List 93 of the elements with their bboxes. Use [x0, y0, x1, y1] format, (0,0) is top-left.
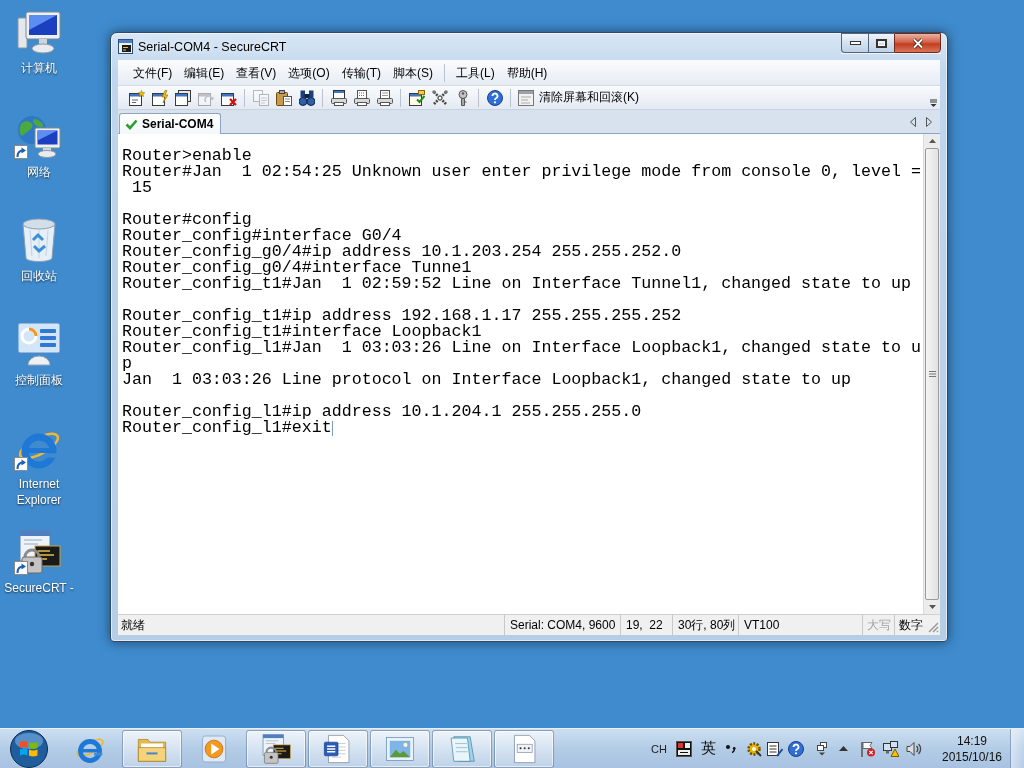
terminal-line: Router#Jan 1 02:54:25 Unknown user enter privilege mode from console 0, level =: [122, 164, 921, 180]
terminal-size: 30行, 80列: [672, 615, 738, 635]
document-icon: [323, 733, 353, 764]
play-icon: [199, 733, 229, 764]
volume-icon: [906, 740, 922, 757]
menu-item[interactable]: 文件(F): [127, 62, 179, 83]
terminal-line: Router_config_l1#exit: [122, 420, 332, 436]
terminal-line: Router>enable: [122, 148, 252, 164]
terminal-line: 15: [131, 180, 152, 196]
taskbar-button[interactable]: [246, 729, 306, 768]
minimize-icon: [849, 41, 861, 45]
toolbar-button[interactable]: 清除屏幕和回滚(K): [515, 86, 643, 109]
scroll-left-icon: [910, 116, 916, 127]
menu-item[interactable]: 帮助(H): [500, 62, 554, 83]
terminal-window-icon: [118, 39, 133, 54]
close-icon: [911, 37, 924, 49]
terminal-line: Router_config_t1#ip address 192.168.1.17 255.255.255.252: [122, 308, 682, 324]
minimize-button[interactable]: [841, 33, 868, 53]
terminal-line: Router_config_l1#Jan 1 03:03:26 Line on Interface Loopback1, changed state to u: [122, 340, 921, 356]
terminal-line: Router_config_g0/4#interface Tunne1: [122, 260, 472, 276]
scrollbar-thumb[interactable]: [925, 148, 939, 600]
status-text: 就绪: [121, 616, 145, 634]
list-pen-icon: [767, 740, 783, 757]
menu-item[interactable]: 查看(V): [230, 62, 283, 83]
maximize-button[interactable]: [868, 33, 894, 53]
terminal-line: Router#config: [122, 212, 252, 228]
vertical-scrollbar[interactable]: [923, 134, 940, 614]
terminal-line: Router_config_l1#ip address 10.1.204.1 255.255.255.0: [122, 404, 642, 420]
window-check-icon: [408, 89, 425, 106]
menu-item[interactable]: 传输(T): [335, 62, 387, 83]
crossed-tools-icon: [431, 89, 448, 106]
taskbar-button[interactable]: [308, 729, 368, 768]
help-icon: [788, 740, 804, 757]
terminal-lock-icon: [17, 530, 61, 574]
printer-page-icon: [353, 89, 370, 106]
terminal-line: Router_config_t1#interface Loopback1: [122, 324, 482, 340]
help-icon: [486, 89, 503, 106]
maximize-icon: [876, 38, 887, 48]
clipboard-icon: [275, 89, 292, 106]
scroll-right-icon: [926, 116, 932, 127]
resize-grip-icon: [928, 622, 939, 633]
chevron-icon: [930, 99, 937, 107]
terminal-line: Jan 1 03:03:26 Line protocol on Interface Loopback1, changed state to up: [122, 372, 851, 388]
icon-label[interactable]: 网络: [27, 164, 51, 180]
window-bolt-icon: [151, 89, 168, 106]
icon-label[interactable]: 控制面板: [15, 372, 63, 388]
terminal-line: Router_config_t1#Jan 1 02:59:52 Line on Interface Tunnel1, changed state to up: [122, 276, 911, 292]
ime-icon: [676, 740, 692, 757]
binoculars-icon: [298, 89, 315, 106]
caps-lock-indicator: 大写: [862, 615, 894, 635]
scroll-up-icon: [928, 139, 936, 143]
window-title: Serial-COM4 - SecureCRT: [138, 39, 287, 55]
terminal-line: Router_config_g0/4#ip address 10.1.203.254 255.255.252.0: [122, 244, 682, 260]
clock-date[interactable]: 2015/10/16: [941, 748, 1003, 765]
printer-icon: [376, 89, 393, 106]
input-mode[interactable]: 英: [701, 739, 716, 758]
printer-window-icon: [330, 89, 347, 106]
scroll-down-icon: [928, 605, 936, 609]
tab[interactable]: Serial-COM4: [119, 113, 222, 134]
globe-monitor-icon: [17, 114, 61, 158]
clock-time[interactable]: 14:19: [957, 732, 987, 749]
cursor-position: 19, 22: [620, 615, 672, 635]
notepad-icon: [447, 733, 477, 764]
window-icon: [518, 89, 534, 106]
computer-icon: [17, 10, 61, 54]
gear-icon: [746, 740, 762, 757]
close-button[interactable]: [894, 33, 941, 53]
menu-item[interactable]: 工具(L): [450, 62, 501, 83]
icon-label[interactable]: 回收站: [21, 268, 57, 284]
terminal-lock-icon: [261, 733, 291, 764]
num-lock-indicator: 数字: [894, 615, 926, 635]
flag-icon: [860, 740, 876, 757]
start-orb-icon: [10, 729, 48, 768]
icon-label[interactable]: 计算机: [21, 60, 57, 76]
up-arrow-icon: [839, 746, 848, 751]
window-stack-icon: [174, 89, 191, 106]
punctuation-icon: [726, 744, 736, 753]
windows-arrow-icon: [817, 741, 827, 756]
icon-label[interactable]: Internet Explorer: [1, 476, 77, 508]
connection-info: Serial: COM4, 9600: [504, 615, 620, 635]
copy-icon: [252, 89, 269, 106]
language-indicator[interactable]: CH: [651, 742, 667, 755]
terminal-line: p: [122, 356, 132, 372]
icon-label[interactable]: SecureCRT -: [4, 580, 74, 596]
grip-icon: [928, 371, 936, 377]
menu-item[interactable]: 编辑(E): [178, 62, 231, 83]
menu-item[interactable]: 选项(O): [282, 62, 336, 83]
control-panel-icon: [17, 322, 61, 366]
emulation-type: VT100: [738, 615, 862, 635]
terminal-line: Router_config#interface G0/4: [122, 228, 402, 244]
menu-item[interactable]: 脚本(S): [387, 62, 439, 83]
network-warning-icon: [883, 740, 899, 757]
terminal-screen[interactable]: [118, 134, 923, 614]
